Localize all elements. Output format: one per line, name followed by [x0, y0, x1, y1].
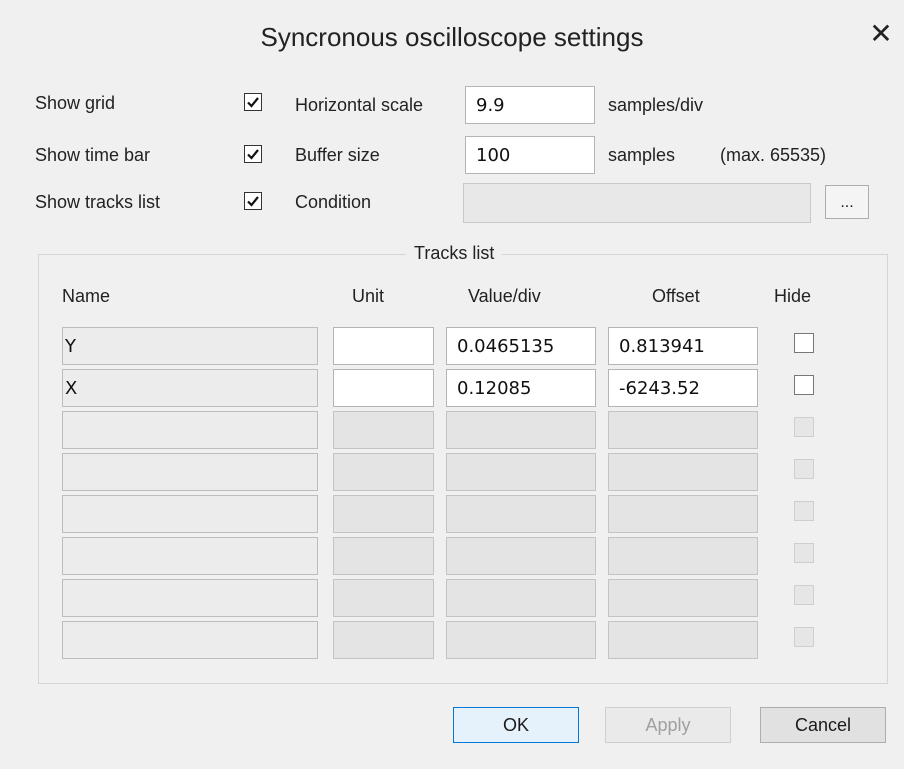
close-icon[interactable]: ✕ [866, 18, 896, 50]
track-hide-checkbox[interactable] [794, 333, 814, 353]
track-value-div-field[interactable] [446, 537, 596, 575]
track-name-field[interactable] [62, 411, 318, 449]
column-header-unit: Unit [352, 286, 385, 306]
track-offset-field[interactable] [608, 411, 758, 449]
track-unit-field[interactable] [333, 537, 434, 575]
track-value-div-field[interactable]: 0.0465135 [446, 327, 596, 365]
track-unit-field[interactable] [333, 327, 434, 365]
track-hide-checkbox[interactable] [794, 543, 814, 563]
column-header-name: Name [62, 286, 111, 306]
track-offset-field[interactable]: 0.813941 [608, 327, 758, 365]
track-unit-field[interactable] [333, 579, 434, 617]
track-unit-field[interactable] [333, 453, 434, 491]
track-offset-field[interactable] [608, 453, 758, 491]
track-value-div-field[interactable]: 0.12085 [446, 369, 596, 407]
track-offset-field[interactable] [608, 537, 758, 575]
show-tracks-list-checkbox[interactable] [244, 192, 262, 210]
track-value-div-field[interactable] [446, 579, 596, 617]
condition-input[interactable] [463, 183, 811, 223]
horizontal-scale-unit: samples/div [608, 95, 704, 115]
buffer-size-input[interactable]: 100 [465, 136, 595, 174]
show-grid-checkbox[interactable] [244, 93, 262, 111]
cancel-button[interactable]: Cancel [760, 707, 886, 743]
track-hide-checkbox[interactable] [794, 627, 814, 647]
track-value-div-field[interactable] [446, 495, 596, 533]
column-header-value-div: Value/div [468, 286, 541, 306]
buffer-size-max-note: (max. 65535) [720, 145, 827, 165]
show-grid-label: Show grid [35, 93, 116, 113]
column-header-offset: Offset [652, 286, 700, 306]
column-header-hide: Hide [774, 286, 812, 306]
track-offset-field[interactable] [608, 579, 758, 617]
track-hide-checkbox[interactable] [794, 417, 814, 437]
condition-label: Condition [295, 192, 372, 212]
dialog-title: Syncronous oscilloscope settings [260, 22, 644, 52]
horizontal-scale-input[interactable]: 9.9 [465, 86, 595, 124]
show-time-bar-label: Show time bar [35, 145, 151, 165]
track-value-div-field[interactable] [446, 621, 596, 659]
track-value-div-field[interactable] [446, 453, 596, 491]
buffer-size-unit: samples [608, 145, 676, 165]
track-name-field[interactable] [62, 579, 318, 617]
track-hide-checkbox[interactable] [794, 585, 814, 605]
track-unit-field[interactable] [333, 495, 434, 533]
track-name-field[interactable] [62, 453, 318, 491]
track-hide-checkbox[interactable] [794, 459, 814, 479]
track-offset-field[interactable] [608, 495, 758, 533]
show-time-bar-checkbox[interactable] [244, 145, 262, 163]
track-offset-field[interactable] [608, 621, 758, 659]
track-hide-checkbox[interactable] [794, 375, 814, 395]
oscilloscope-settings-dialog: Syncronous oscilloscope settings ✕ Show … [0, 0, 904, 769]
track-name-field[interactable] [62, 537, 318, 575]
track-value-div-field[interactable] [446, 411, 596, 449]
horizontal-scale-label: Horizontal scale [295, 95, 424, 115]
track-name-field[interactable]: Y [62, 327, 318, 365]
track-unit-field[interactable] [333, 621, 434, 659]
track-unit-field[interactable] [333, 411, 434, 449]
condition-browse-button[interactable]: ... [825, 185, 869, 219]
tracks-list-title: Tracks list [406, 243, 503, 264]
track-name-field[interactable] [62, 621, 318, 659]
track-name-field[interactable] [62, 495, 318, 533]
track-offset-field[interactable]: -6243.52 [608, 369, 758, 407]
track-hide-checkbox[interactable] [794, 501, 814, 521]
show-tracks-list-label: Show tracks list [35, 192, 161, 212]
buffer-size-label: Buffer size [295, 145, 380, 165]
apply-button[interactable]: Apply [605, 707, 731, 743]
ok-button[interactable]: OK [453, 707, 579, 743]
track-name-field[interactable]: X [62, 369, 318, 407]
track-unit-field[interactable] [333, 369, 434, 407]
